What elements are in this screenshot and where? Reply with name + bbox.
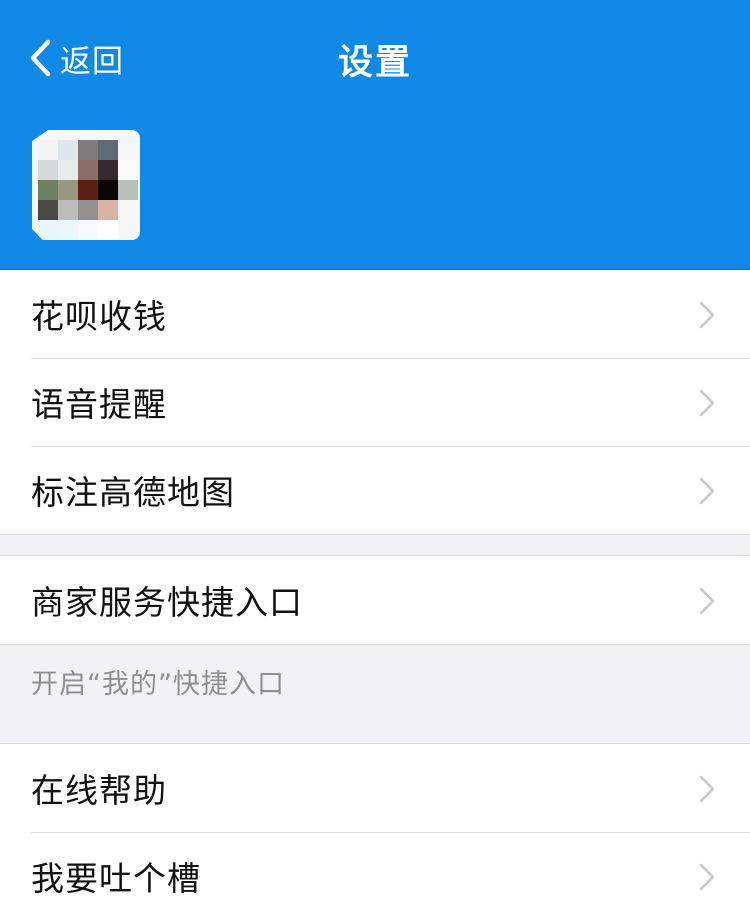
- avatar-pixel: [98, 160, 118, 180]
- avatar-pixel: [98, 200, 118, 220]
- chevron-right-icon: [699, 587, 715, 615]
- menu-item-label: 标注高德地图: [31, 473, 235, 512]
- chevron-right-icon: [699, 863, 715, 891]
- chevron-right-icon: [699, 477, 715, 505]
- page-title: 设置: [337, 43, 412, 83]
- avatar-pixel: [78, 220, 98, 240]
- avatar-pixel: [58, 140, 78, 160]
- avatar-pixel: [38, 200, 58, 220]
- chevron-right-icon: [699, 775, 715, 803]
- avatar-image: [38, 140, 138, 240]
- avatar-pixel: [98, 140, 118, 160]
- avatar-pixel: [118, 200, 138, 220]
- avatar-pixel: [78, 180, 98, 200]
- menu-item-label: 我要吐个槽: [31, 859, 201, 898]
- avatar-pixel: [38, 140, 58, 160]
- avatar-pixel: [38, 220, 58, 240]
- avatar-pixel: [98, 180, 118, 200]
- menu-item-label: 语音提醒: [31, 385, 167, 424]
- menu-item-label: 商家服务快捷入口: [31, 583, 303, 622]
- menu-item-label: 花呗收钱: [31, 297, 167, 336]
- avatar-pixel: [78, 200, 98, 220]
- menu-item-feedback[interactable]: 我要吐个槽: [0, 832, 750, 920]
- shortcut-footnote: 开启“我的”快捷入口: [0, 644, 750, 744]
- avatar-pixel: [78, 160, 98, 180]
- avatar-pixel: [58, 220, 78, 240]
- header-bar: 返回 设置: [0, 0, 750, 270]
- avatar-pixel: [98, 220, 118, 240]
- chevron-right-icon: [699, 389, 715, 417]
- menu-item-online-help[interactable]: 在线帮助: [0, 744, 750, 832]
- chevron-right-icon: [699, 301, 715, 329]
- avatar-pixel: [118, 160, 138, 180]
- menu-item-voice-reminder[interactable]: 语音提醒: [0, 358, 750, 446]
- avatar-pixel: [78, 140, 98, 160]
- avatar-pixel: [118, 140, 138, 160]
- section-divider: [0, 534, 750, 556]
- footnote-text: 开启“我的”快捷入口: [31, 669, 285, 700]
- avatar-pixel: [38, 180, 58, 200]
- menu-item-huabei[interactable]: 花呗收钱: [0, 270, 750, 358]
- settings-group-2: 商家服务快捷入口: [0, 556, 750, 644]
- settings-group-3: 在线帮助 我要吐个槽: [0, 744, 750, 920]
- avatar-pixel: [58, 200, 78, 220]
- avatar[interactable]: [32, 130, 140, 240]
- avatar-pixel: [58, 160, 78, 180]
- avatar-pixel: [118, 180, 138, 200]
- menu-item-merchant-shortcut[interactable]: 商家服务快捷入口: [0, 556, 750, 644]
- avatar-pixel: [38, 160, 58, 180]
- avatar-pixel: [58, 180, 78, 200]
- menu-item-label: 在线帮助: [31, 771, 167, 810]
- menu-item-amap[interactable]: 标注高德地图: [0, 446, 750, 534]
- avatar-pixel: [118, 220, 138, 240]
- settings-group-1: 花呗收钱 语音提醒 标注高德地图: [0, 270, 750, 534]
